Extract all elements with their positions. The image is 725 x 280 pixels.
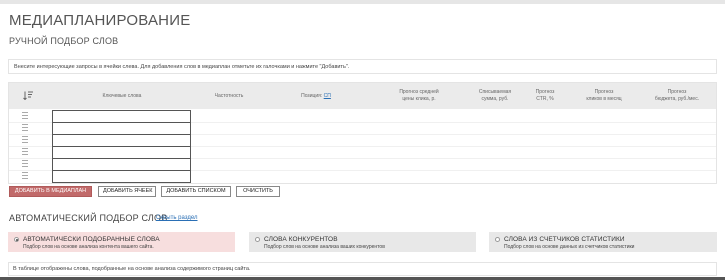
option-stats-words-title: СЛОВА ИЗ СЧЕТЧИКОВ СТАТИСТИКИ <box>504 236 625 243</box>
option-auto-words-title: АВТОМАТИЧЕСКИ ПОДОБРАННЫЕ СЛОВА <box>23 236 160 243</box>
hide-section-link[interactable]: Скрыть раздел <box>156 215 198 221</box>
header-cpc: Прогноз средней цены клика, р. <box>379 83 459 109</box>
hint-text: Внесите интересующие запросы в ячейки сл… <box>14 64 350 70</box>
option-auto-words[interactable]: АВТОМАТИЧЕСКИ ПОДОБРАННЫЕ СЛОВА Подбор с… <box>8 232 235 252</box>
add-cells-button[interactable]: ДОБАВИТЬ ЯЧЕЕК <box>98 186 156 197</box>
drag-handle-icon[interactable] <box>22 160 28 167</box>
hint-box: Внесите интересующие запросы в ячейки сл… <box>8 59 717 74</box>
option-competitor-words[interactable]: СЛОВА КОНКУРЕНТОВ Подбор слов на основе … <box>249 232 476 252</box>
radio-competitor-words[interactable] <box>255 237 260 242</box>
auto-section-title: АВТОМАТИЧЕСКИЙ ПОДБОР СЛОВ <box>9 213 168 223</box>
drag-handle-icon[interactable] <box>22 112 28 119</box>
header-spend-line1: Списываемая <box>478 89 512 95</box>
keywords-table: Ключевые слова Частотность Позиция: СП П… <box>8 82 717 184</box>
header-position: Позиция: СП <box>281 83 351 109</box>
radio-stats-words[interactable] <box>495 237 500 242</box>
header-ctr: Прогноз CTR, % <box>525 83 565 109</box>
mediaplan-page: МЕДИАПЛАНИРОВАНИЕ РУЧНОЙ ПОДБОР СЛОВ Вне… <box>0 0 725 280</box>
manual-section-title: РУЧНОЙ ПОДБОР СЛОВ <box>9 36 119 46</box>
header-position-label: Позиция: <box>301 92 323 99</box>
header-ctr-line2: CTR, % <box>536 96 554 102</box>
table-header: Ключевые слова Частотность Позиция: СП П… <box>9 83 716 109</box>
add-to-mediaplan-button[interactable]: ДОБАВИТЬ В МЕДИАПЛАН <box>9 186 92 197</box>
drag-handle-icon[interactable] <box>22 148 28 155</box>
auto-footer-text: В таблице отображены слова, подобранные … <box>13 266 251 272</box>
header-spend-line2: сумма, руб. <box>481 96 509 102</box>
add-list-button[interactable]: ДОБАВИТЬ СПИСКОМ <box>161 186 231 197</box>
header-clicks: Прогноз кликов в месяц <box>569 83 639 109</box>
option-auto-words-desc: Подбор слов на основе анализа контента в… <box>23 244 154 250</box>
header-frequency: Частотность <box>214 92 244 99</box>
option-competitor-words-desc: Подбор слов на основе анализа ваших конк… <box>264 244 385 250</box>
option-competitor-words-title: СЛОВА КОНКУРЕНТОВ <box>264 236 338 243</box>
header-spend: Списываемая сумма, руб. <box>465 83 525 109</box>
clear-button[interactable]: ОЧИСТИТЬ <box>236 186 280 197</box>
header-ctr-line1: Прогноз <box>535 89 555 95</box>
header-budget: Прогноз бюджета, руб./мес. <box>641 83 713 109</box>
header-budget-line2: бюджета, руб./мес. <box>654 96 700 102</box>
keyword-input[interactable] <box>52 170 191 183</box>
drag-handle-icon[interactable] <box>22 136 28 143</box>
position-link[interactable]: СП <box>324 93 331 100</box>
page-title: МЕДИАПЛАНИРОВАНИЕ <box>9 12 191 29</box>
radio-auto-words[interactable] <box>14 237 19 242</box>
header-clicks-line2: кликов в месяц <box>586 96 622 102</box>
auto-footer-note: В таблице отображены слова, подобранные … <box>8 262 717 276</box>
header-cpc-line2: цены клика, р. <box>402 96 436 102</box>
header-clicks-line1: Прогноз <box>594 89 614 95</box>
sort-icon[interactable] <box>23 91 33 100</box>
drag-handle-icon[interactable] <box>22 124 28 131</box>
option-stats-words-desc: Подбор слов на основе данных из счетчико… <box>504 244 635 250</box>
header-budget-line1: Прогноз <box>667 89 687 95</box>
header-keywords: Ключевые слова <box>102 92 142 99</box>
drag-handle-icon[interactable] <box>22 172 28 179</box>
option-stats-words[interactable]: СЛОВА ИЗ СЧЕТЧИКОВ СТАТИСТИКИ Подбор сло… <box>489 232 717 252</box>
header-cpc-line1: Прогноз средней <box>399 89 439 95</box>
table-row <box>9 169 716 183</box>
